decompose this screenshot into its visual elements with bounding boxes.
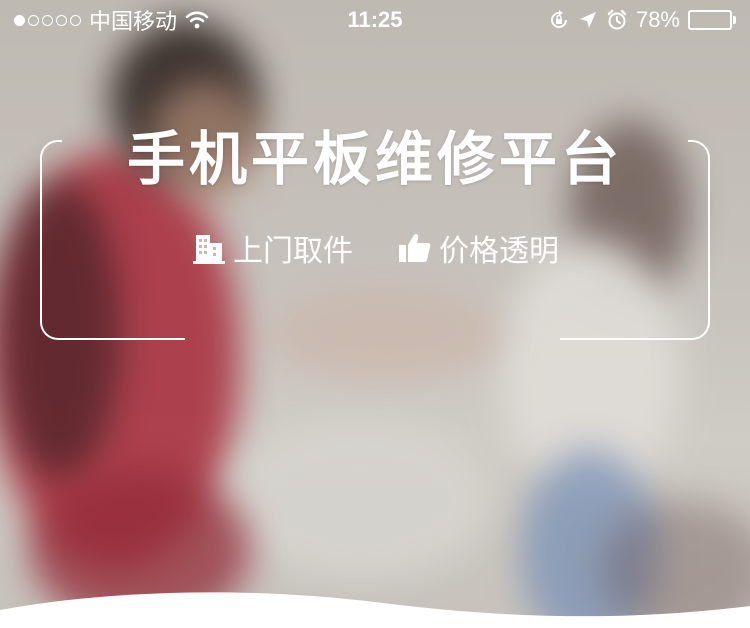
feature-pickup-label: 上门取件: [233, 234, 353, 269]
signal-strength-icon: [14, 14, 81, 26]
status-bar: 中国移动 11:25 78%: [0, 0, 750, 40]
wifi-icon: [185, 11, 209, 29]
screen: 中国移动 11:25 78% 手机平板维修平台 上门取件 价格透明: [0, 0, 750, 628]
feature-pickup: 上门取件: [191, 226, 353, 270]
battery-icon: [688, 10, 736, 30]
feature-pricing: 价格透明: [397, 226, 559, 270]
rotation-lock-icon: [550, 10, 567, 28]
location-arrow-icon: [579, 12, 596, 28]
hero-title: 手机平板维修平台: [126, 125, 623, 193]
status-left: 中国移动: [14, 4, 254, 36]
feature-pricing-label: 价格透明: [439, 234, 559, 269]
bottom-wave: [0, 592, 750, 628]
battery-percent: 78%: [635, 7, 680, 32]
status-right: 78%: [496, 7, 736, 33]
thumbs-up-icon: [399, 234, 431, 262]
carrier-name: 中国移动: [89, 9, 178, 34]
building-icon: [193, 235, 225, 264]
feature-list: 上门取件 价格透明: [0, 226, 750, 270]
alarm-clock-icon: [607, 9, 627, 30]
